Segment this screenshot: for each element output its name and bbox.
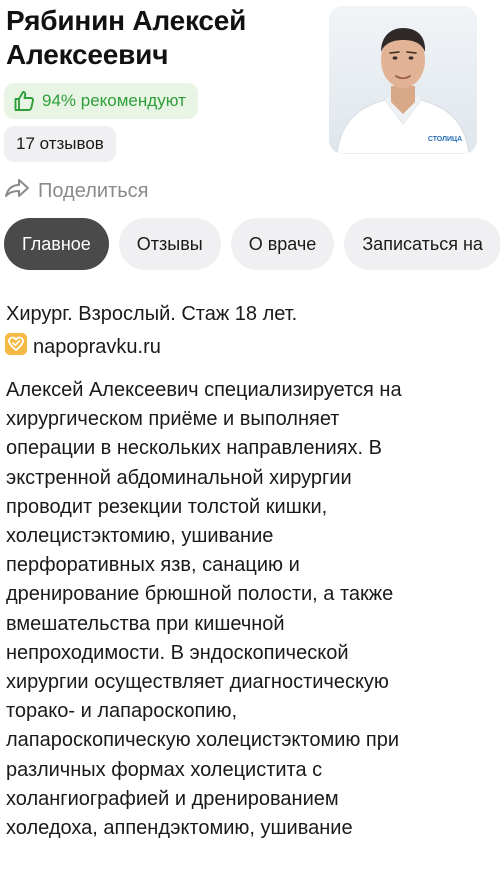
description-line: холецистэктомию, ушивание	[6, 525, 274, 548]
doctor-name: Рябинин Алексей Алексеевич	[6, 4, 316, 72]
tab-main-label: Главное	[22, 233, 91, 254]
doctor-page: Рябинин Алексей Алексеевич 94% рекоменду…	[0, 0, 500, 885]
reviews-count-text: 17 отзывов	[16, 134, 104, 153]
description-line: различных формах холецистита с	[6, 758, 323, 781]
tab-reviews-label: Отзывы	[136, 233, 203, 254]
description-line: Алексей Алексеевич специализируется на	[6, 379, 402, 401]
description-line: холангиографией и дренированием	[6, 787, 339, 810]
tab-book-appointment-label: Записаться на	[362, 233, 483, 254]
source-label: napopravku.ru	[33, 335, 161, 358]
recommend-badge: 94% рекомендуют	[4, 83, 198, 119]
tab-main[interactable]: Главное	[4, 218, 109, 270]
share-button[interactable]: Поделиться	[4, 176, 148, 206]
description-line: торако- и лапароскопию,	[6, 700, 237, 723]
description-line: непроходимости. В эндоскопической	[6, 641, 349, 664]
doctor-name-line2: Алексеевич	[6, 39, 169, 70]
description-line: хирургии осуществляет диагностическую	[6, 671, 389, 694]
description-line: проводит резекции толстой кишки,	[6, 495, 328, 518]
photo-logo-text: СТОЛИЦА	[428, 136, 462, 143]
doctor-header: Рябинин Алексей Алексеевич 94% рекоменду…	[0, 0, 500, 210]
doctor-name-line1: Рябинин Алексей	[6, 5, 247, 36]
description-line: перфоративных язв, санацию и	[6, 554, 300, 577]
tab-book-appointment[interactable]: Записаться на	[344, 218, 500, 270]
thumbs-up-icon	[12, 89, 36, 113]
source-link[interactable]: napopravku.ru	[4, 333, 161, 361]
reviews-count-badge[interactable]: 17 отзывов	[4, 126, 116, 162]
description-line: экстренной абдоминальной хирургии	[6, 466, 352, 489]
share-label: Поделиться	[38, 179, 149, 202]
doctor-summary: Хирург. Взрослый. Стаж 18 лет.	[6, 303, 298, 325]
description-line: дренирование брюшной полости, а также	[6, 583, 394, 606]
description-line: холедоха, аппендэктомию, ушивание	[6, 817, 353, 840]
doctor-photo[interactable]: СТОЛИЦА	[329, 6, 477, 154]
description-line: лапароскопическую холецистэктомию при	[6, 729, 400, 752]
description-line: вмешательства при кишечной	[6, 612, 285, 635]
tab-about-doctor[interactable]: О враче	[230, 218, 335, 270]
doctor-portrait-icon: СТОЛИЦА	[329, 6, 477, 154]
share-icon	[4, 177, 30, 205]
tabs-bar: Главное Отзывы О враче Записаться на	[4, 218, 500, 270]
doctor-description: Алексей Алексеевич специализируется на х…	[6, 376, 492, 843]
recommend-text: 94% рекомендуют	[42, 91, 186, 110]
description-line: хирургическом приёме и выполняет	[6, 408, 340, 431]
tab-about-doctor-label: О враче	[248, 233, 317, 254]
tab-reviews[interactable]: Отзывы	[118, 218, 221, 270]
description-line: операции в нескольких направлениях. В	[6, 437, 382, 460]
napopravku-logo-icon	[4, 332, 28, 362]
